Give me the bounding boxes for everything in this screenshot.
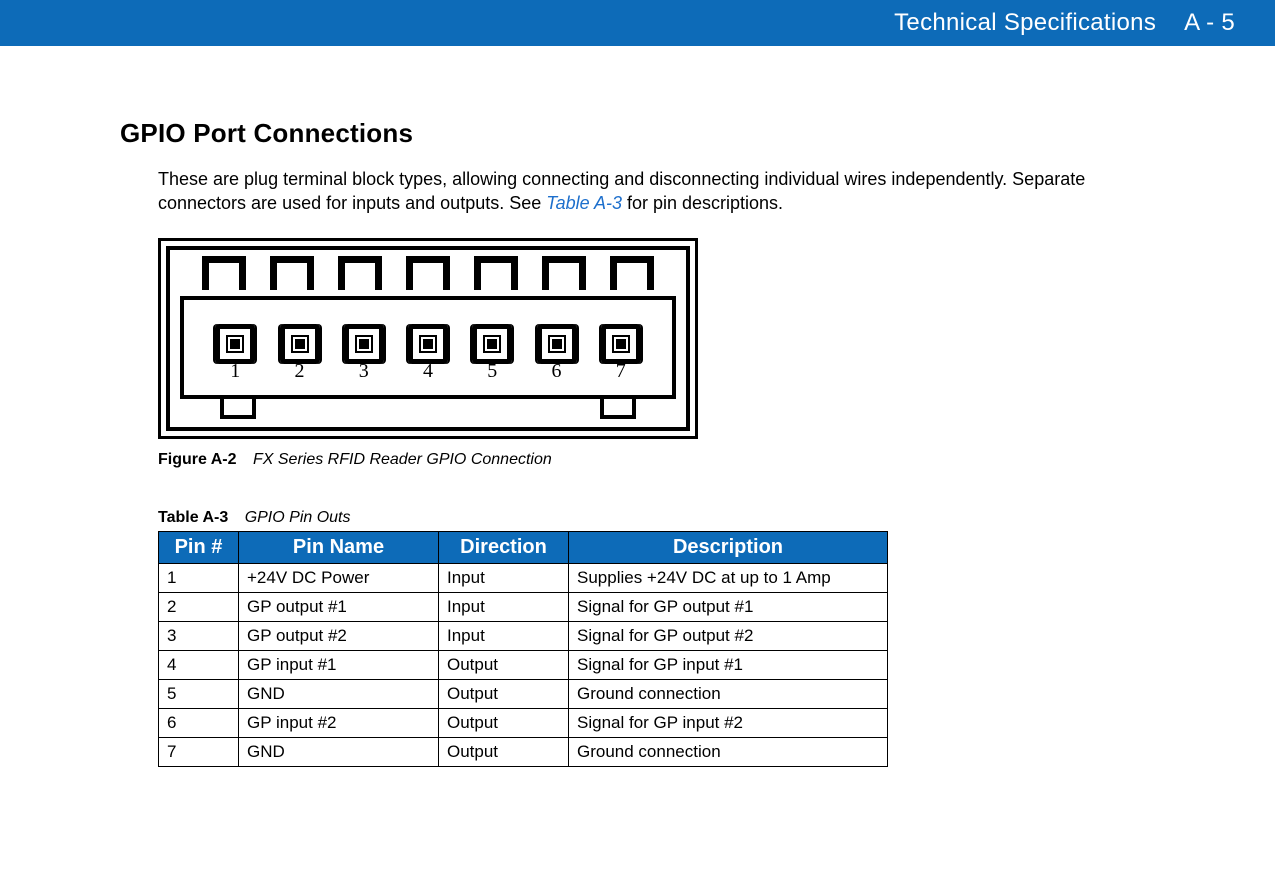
intro-paragraph: These are plug terminal block types, all… xyxy=(158,167,1155,216)
connector-tab xyxy=(600,397,636,419)
cell-dir: Output xyxy=(439,650,569,679)
cell-dir: Input xyxy=(439,621,569,650)
connector-body: 1 2 3 4 xyxy=(166,246,690,431)
section-body: These are plug terminal block types, all… xyxy=(120,167,1155,767)
connector-fingers xyxy=(180,256,676,290)
terminal-number: 1 xyxy=(230,360,240,383)
terminal-number: 5 xyxy=(487,360,497,383)
cell-pin: 2 xyxy=(159,592,239,621)
terminal-3: 3 xyxy=(341,324,387,383)
cell-name: +24V DC Power xyxy=(239,563,439,592)
terminal-number: 3 xyxy=(359,360,369,383)
para-text-after: for pin descriptions. xyxy=(622,193,783,213)
terminal-number: 2 xyxy=(295,360,305,383)
table-title: GPIO Pin Outs xyxy=(245,509,351,526)
connector-tabs xyxy=(180,397,676,419)
connector-finger xyxy=(270,256,314,290)
connector-tab xyxy=(220,397,256,419)
connector-finger xyxy=(406,256,450,290)
connector-finger xyxy=(542,256,586,290)
cell-desc: Signal for GP output #2 xyxy=(569,621,888,650)
cell-desc: Signal for GP input #2 xyxy=(569,708,888,737)
figure-connector: 1 2 3 4 xyxy=(158,238,698,439)
connector-finger xyxy=(338,256,382,290)
col-description: Description xyxy=(569,531,888,563)
terminal-block-icon xyxy=(472,324,512,364)
terminal-2: 2 xyxy=(277,324,323,383)
table-row: 6 GP input #2 Output Signal for GP input… xyxy=(159,708,888,737)
cell-name: GP output #2 xyxy=(239,621,439,650)
figure-title: FX Series RFID Reader GPIO Connection xyxy=(253,451,552,468)
cell-name: GP input #1 xyxy=(239,650,439,679)
col-pin: Pin # xyxy=(159,531,239,563)
page-header: Technical Specifications A - 5 xyxy=(0,0,1275,46)
cell-pin: 7 xyxy=(159,737,239,766)
connector-terminals: 1 2 3 4 xyxy=(180,296,676,399)
cell-dir: Output xyxy=(439,737,569,766)
table-row: 4 GP input #1 Output Signal for GP input… xyxy=(159,650,888,679)
cell-name: GND xyxy=(239,737,439,766)
cell-pin: 1 xyxy=(159,563,239,592)
terminal-block-icon xyxy=(537,324,577,364)
cell-name: GP output #1 xyxy=(239,592,439,621)
cell-desc: Signal for GP output #1 xyxy=(569,592,888,621)
page-content: GPIO Port Connections These are plug ter… xyxy=(0,46,1275,807)
table-label: Table A-3 xyxy=(158,509,228,526)
terminal-block-icon xyxy=(280,324,320,364)
table-header-row: Pin # Pin Name Direction Description xyxy=(159,531,888,563)
cell-dir: Output xyxy=(439,708,569,737)
cell-dir: Output xyxy=(439,679,569,708)
col-direction: Direction xyxy=(439,531,569,563)
connector-finger xyxy=(474,256,518,290)
cell-pin: 3 xyxy=(159,621,239,650)
terminal-number: 6 xyxy=(552,360,562,383)
table-row: 7 GND Output Ground connection xyxy=(159,737,888,766)
cell-desc: Signal for GP input #1 xyxy=(569,650,888,679)
table-row: 1 +24V DC Power Input Supplies +24V DC a… xyxy=(159,563,888,592)
figure-label: Figure A-2 xyxy=(158,451,237,468)
cell-desc: Ground connection xyxy=(569,679,888,708)
terminal-block-icon xyxy=(601,324,641,364)
col-pin-name: Pin Name xyxy=(239,531,439,563)
figure-caption: Figure A-2 FX Series RFID Reader GPIO Co… xyxy=(158,451,1155,469)
cell-pin: 4 xyxy=(159,650,239,679)
connector-finger xyxy=(202,256,246,290)
terminal-number: 7 xyxy=(616,360,626,383)
cell-name: GP input #2 xyxy=(239,708,439,737)
connector-finger xyxy=(610,256,654,290)
table-row: 5 GND Output Ground connection xyxy=(159,679,888,708)
cell-pin: 5 xyxy=(159,679,239,708)
table-body: 1 +24V DC Power Input Supplies +24V DC a… xyxy=(159,563,888,766)
cell-name: GND xyxy=(239,679,439,708)
cell-dir: Input xyxy=(439,563,569,592)
table-caption: Table A-3 GPIO Pin Outs xyxy=(158,509,1155,527)
cell-desc: Ground connection xyxy=(569,737,888,766)
terminal-1: 1 xyxy=(212,324,258,383)
table-row: 2 GP output #1 Input Signal for GP outpu… xyxy=(159,592,888,621)
terminal-7: 7 xyxy=(598,324,644,383)
header-page-number: A - 5 xyxy=(1184,9,1235,37)
cell-pin: 6 xyxy=(159,708,239,737)
terminal-number: 4 xyxy=(423,360,433,383)
table-row: 3 GP output #2 Input Signal for GP outpu… xyxy=(159,621,888,650)
terminal-block-icon xyxy=(215,324,255,364)
terminal-block-icon xyxy=(408,324,448,364)
cell-desc: Supplies +24V DC at up to 1 Amp xyxy=(569,563,888,592)
terminal-5: 5 xyxy=(469,324,515,383)
gpio-pinout-table: Pin # Pin Name Direction Description 1 +… xyxy=(158,531,888,767)
connector-outline: 1 2 3 4 xyxy=(158,238,698,439)
terminal-4: 4 xyxy=(405,324,451,383)
terminal-block-icon xyxy=(344,324,384,364)
table-cross-reference[interactable]: Table A-3 xyxy=(546,193,622,213)
cell-dir: Input xyxy=(439,592,569,621)
section-heading: GPIO Port Connections xyxy=(120,118,1155,149)
terminal-6: 6 xyxy=(534,324,580,383)
header-title: Technical Specifications xyxy=(894,9,1156,37)
